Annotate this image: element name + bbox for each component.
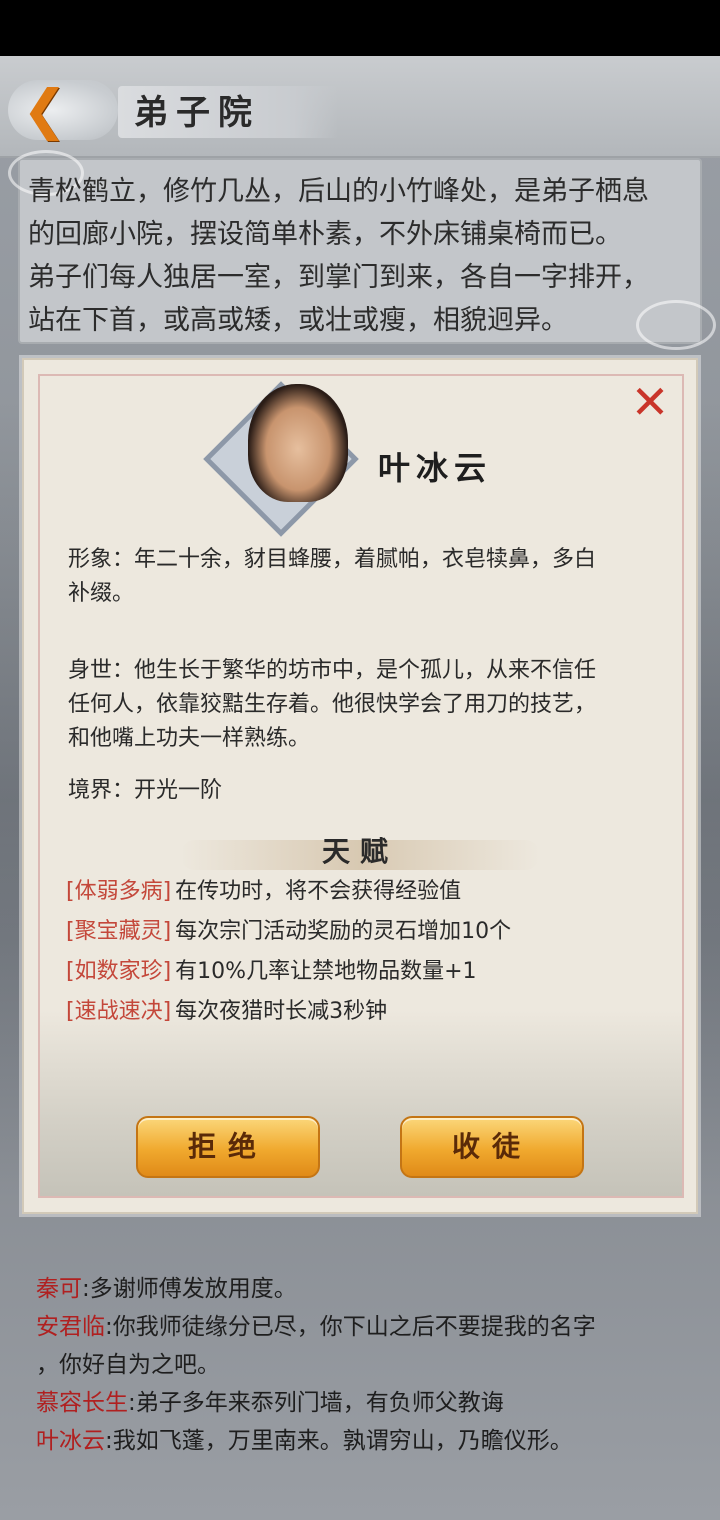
talent-effect: 在传功时，将不会获得经验值 xyxy=(175,879,462,904)
background-line: 和他嘴上功夫一样熟练。 xyxy=(68,726,311,751)
background-text: 身世：他生长于繁华的坊市中，是个孤儿，从来不信任 任何人，依靠狡黠生存着。他很快… xyxy=(68,654,658,756)
talent-tag: [聚宝藏灵] xyxy=(66,919,172,944)
chat-log: 秦可:多谢师傅发放用度。 安君临:你我师徒缘分已尽，你下山之后不要提我的名字 ，… xyxy=(36,1270,696,1460)
chat-line: 安君临:你我师徒缘分已尽，你下山之后不要提我的名字 xyxy=(36,1308,696,1346)
chat-speaker: 叶冰云 xyxy=(36,1428,105,1454)
appearance-text: 形象：年二十余，豺目蜂腰，着腻帕，衣皂犊鼻，多白 补缀。 xyxy=(68,543,658,611)
talent-item: [体弱多病] 在传功时，将不会获得经验值 xyxy=(66,874,461,910)
accept-button[interactable]: 收徒 xyxy=(400,1116,584,1178)
background-line: 身世：他生长于繁华的坊市中，是个孤儿，从来不信任 xyxy=(68,658,597,683)
appearance-line: 补缀。 xyxy=(68,581,135,606)
talent-item: [速战速决] 每次夜猎时长减3秒钟 xyxy=(66,994,387,1030)
talent-tag: [体弱多病] xyxy=(66,879,172,904)
description-line: 弟子们每人独居一室，到掌门到来，各自一字排开， xyxy=(28,262,649,293)
close-icon[interactable]: ✕ xyxy=(628,379,672,425)
background-line: 任何人，依靠狡黠生存着。他很快学会了用刀的技艺， xyxy=(68,692,597,717)
appearance-line: 形象：年二十余，豺目蜂腰，着腻帕，衣皂犊鼻，多白 xyxy=(68,547,597,572)
chat-message: :弟子多年来忝列门墙，有负师父教诲 xyxy=(128,1390,504,1416)
talent-effect: 每次宗门活动奖励的灵石增加10个 xyxy=(175,919,512,944)
talent-item: [聚宝藏灵] 每次宗门活动奖励的灵石增加10个 xyxy=(66,914,511,950)
avatar xyxy=(248,384,348,502)
talent-item: [如数家珍] 有10%几率让禁地物品数量+1 xyxy=(66,954,477,990)
back-arrow-icon[interactable]: ❮ xyxy=(22,83,67,137)
character-name: 叶冰云 xyxy=(378,449,493,487)
reject-button[interactable]: 拒绝 xyxy=(136,1116,320,1178)
description-text: 青松鹤立，修竹几丛，后山的小竹峰处，是弟子栖息 的回廊小院，摆设简单朴素，不外床… xyxy=(28,170,688,342)
chat-speaker: 安君临 xyxy=(36,1314,105,1340)
chat-message: :我如飞蓬，万里南来。孰谓穷山，乃瞻仪形。 xyxy=(105,1428,573,1454)
realm-text: 境界：开光一阶 xyxy=(68,778,223,803)
chat-line: 慕容长生:弟子多年来忝列门墙，有负师父教诲 xyxy=(36,1384,696,1422)
chat-line: ，你好自为之吧。 xyxy=(36,1346,696,1384)
talent-effect: 有10%几率让禁地物品数量+1 xyxy=(175,959,477,984)
chat-line: 叶冰云:我如飞蓬，万里南来。孰谓穷山，乃瞻仪形。 xyxy=(36,1422,696,1460)
chat-speaker: 慕容长生 xyxy=(36,1390,128,1416)
description-line: 站在下首，或高或矮，或壮或瘦，相貌迥异。 xyxy=(28,305,568,336)
chat-speaker: 秦可 xyxy=(36,1276,82,1302)
talent-effect: 每次夜猎时长减3秒钟 xyxy=(175,999,388,1024)
page-title: 弟子院 xyxy=(134,93,260,133)
talent-tag: [速战速决] xyxy=(66,999,172,1024)
talent-title: 天赋 xyxy=(321,835,398,868)
chat-message: ，你好自为之吧。 xyxy=(36,1352,220,1378)
chat-line: 秦可:多谢师傅发放用度。 xyxy=(36,1270,696,1308)
chat-message: :多谢师傅发放用度。 xyxy=(82,1276,297,1302)
talent-tag: [如数家珍] xyxy=(66,959,172,984)
status-bar xyxy=(0,0,720,56)
description-line: 青松鹤立，修竹几丛，后山的小竹峰处，是弟子栖息 xyxy=(28,176,649,207)
chat-message: :你我师徒缘分已尽，你下山之后不要提我的名字 xyxy=(105,1314,596,1340)
description-line: 的回廊小院，摆设简单朴素，不外床铺桌椅而已。 xyxy=(28,219,622,250)
